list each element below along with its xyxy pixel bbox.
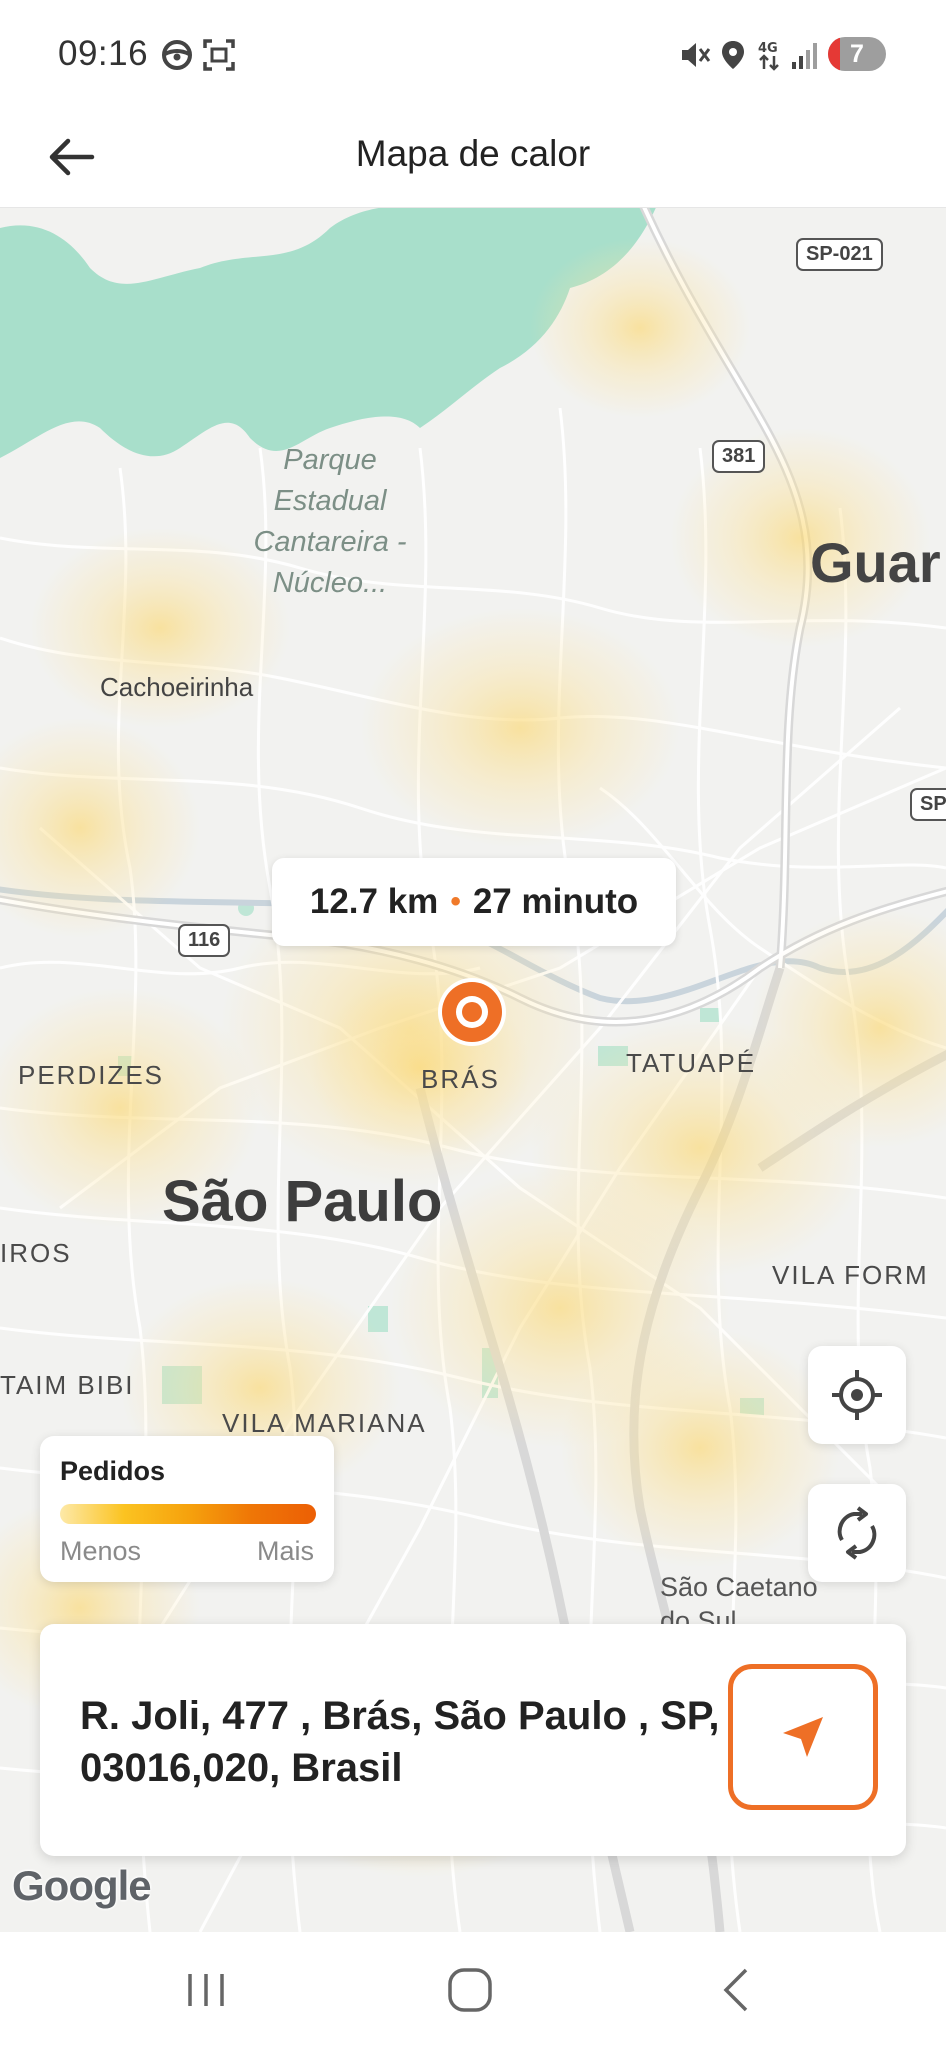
legend-low-label: Menos	[60, 1536, 142, 1566]
road-badge-sp: SP	[910, 788, 946, 821]
road-badge-116: 116	[178, 924, 231, 957]
road-badge-sp021: SP-021	[796, 238, 883, 271]
google-attribution-logo: Google	[12, 1862, 152, 1909]
legend-gradient-bar	[60, 1504, 316, 1524]
status-bar: 09:16 4G 7	[0, 0, 946, 108]
steering-wheel-icon	[162, 40, 192, 70]
map-label-vila-mariana: VILA MARIANA	[222, 1408, 427, 1438]
legend-title: Pedidos	[60, 1456, 166, 1486]
refresh-icon	[837, 1506, 877, 1560]
system-navigation-bar	[0, 1932, 946, 2048]
route-info-tooltip: 12.7 km • 27 minuto	[272, 858, 676, 946]
heat-map[interactable]: SP-021 381 116 SP Parque Estadual Cantar…	[0, 208, 946, 1932]
screenshot-icon	[203, 39, 235, 71]
address-card: R. Joli, 477 , Brás, São Paulo , SP, 030…	[40, 1624, 906, 1856]
road-badge-381: 381	[712, 440, 766, 473]
4g-icon: 4G	[758, 41, 779, 71]
map-label-park: Parque Estadual Cantareira - Núcleo...	[253, 444, 407, 599]
my-location-button[interactable]	[808, 1346, 906, 1444]
battery-indicator: 7	[828, 37, 886, 71]
map-label-cachoeirinha: Cachoeirinha	[100, 672, 254, 702]
svg-text:4G: 4G	[758, 41, 778, 56]
home-icon	[448, 1968, 492, 2012]
heat-legend: Pedidos Menos Mais	[40, 1436, 334, 1582]
address-text: R. Joli, 477 , Brás, São Paulo , SP, 030…	[80, 1694, 720, 1790]
map-label-bras: BRÁS	[421, 1064, 500, 1094]
page-title: Mapa de calor	[355, 133, 591, 174]
recents-button[interactable]	[176, 1962, 236, 2018]
map-label-taim-bibi: TAIM BIBI	[0, 1370, 135, 1400]
recents-icon	[188, 1974, 224, 2006]
route-duration: 27 minuto	[472, 882, 639, 921]
route-separator: •	[450, 885, 461, 918]
map-label-guar: Guar	[810, 531, 941, 594]
map-label-vila-form: VILA FORM	[772, 1260, 929, 1290]
location-pin-icon[interactable]	[436, 978, 508, 1050]
app-header: Mapa de calor	[0, 108, 946, 208]
legend-high-label: Mais	[256, 1536, 314, 1566]
system-back-icon	[723, 1968, 748, 2012]
system-back-button[interactable]	[706, 1962, 766, 2018]
route-distance: 12.7 km	[309, 882, 439, 921]
refresh-button[interactable]	[808, 1484, 906, 1582]
map-label-sao-paulo: São Paulo	[162, 1169, 443, 1234]
map-label-tatuape: TATUAPÉ	[626, 1048, 757, 1078]
map-label-iros: IROS	[0, 1238, 72, 1268]
home-button[interactable]	[440, 1962, 500, 2018]
mute-icon	[682, 43, 711, 67]
navigate-button[interactable]	[728, 1664, 878, 1810]
status-time: 09:16	[58, 34, 149, 73]
location-icon	[722, 41, 744, 69]
signal-icon	[792, 43, 817, 69]
crosshair-icon	[832, 1370, 882, 1420]
navigation-arrow-icon	[783, 1717, 823, 1757]
battery-level: 7	[850, 40, 864, 68]
map-label-perdizes: PERDIZES	[18, 1060, 165, 1090]
